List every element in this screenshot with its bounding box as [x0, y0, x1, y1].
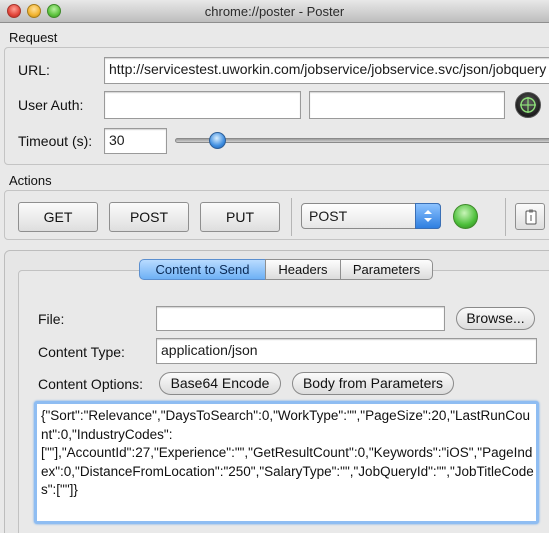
- timeout-label: Timeout (s):: [18, 133, 93, 149]
- browse-button[interactable]: Browse...: [456, 307, 535, 330]
- user-auth-username-input[interactable]: [104, 91, 301, 119]
- method-select[interactable]: POST: [301, 203, 441, 229]
- auth-status-icon[interactable]: [515, 92, 541, 118]
- actions-section-label: Actions: [9, 173, 52, 188]
- url-label: URL:: [18, 62, 50, 78]
- timeout-slider-track[interactable]: [175, 138, 549, 143]
- clipboard-icon: [525, 209, 537, 225]
- window-title: chrome://poster - Poster: [204, 4, 345, 19]
- put-button[interactable]: PUT: [200, 202, 280, 232]
- request-status-indicator: [453, 204, 478, 229]
- body-textarea[interactable]: {"Sort":"Relevance","DaysToSearch":0,"Wo…: [34, 401, 539, 524]
- method-select-value: POST: [309, 208, 348, 224]
- file-input[interactable]: [156, 306, 445, 331]
- body-from-parameters-button[interactable]: Body from Parameters: [292, 372, 454, 395]
- chevron-up-down-icon: [424, 210, 432, 222]
- timeout-input[interactable]: 30: [104, 128, 167, 154]
- body-text: {"Sort":"Relevance","DaysToSearch":0,"Wo…: [41, 408, 534, 498]
- request-section-label: Request: [9, 30, 58, 45]
- copy-button[interactable]: [515, 203, 545, 230]
- get-button[interactable]: GET: [18, 202, 98, 232]
- timeout-slider-knob[interactable]: [208, 132, 226, 149]
- base64-encode-button[interactable]: Base64 Encode: [159, 372, 281, 395]
- tab-parameters[interactable]: Parameters: [340, 259, 433, 280]
- user-auth-password-input[interactable]: [309, 91, 505, 119]
- file-label: File:: [38, 311, 65, 327]
- tab-headers[interactable]: Headers: [265, 259, 341, 280]
- user-auth-label: User Auth:: [18, 97, 84, 113]
- url-input[interactable]: http://servicestest.uworkin.com/jobservi…: [104, 57, 549, 84]
- content-type-input[interactable]: application/json: [156, 338, 537, 364]
- actions-divider: [291, 198, 292, 236]
- content-type-label: Content Type:: [38, 344, 125, 360]
- tab-content-to-send[interactable]: Content to Send: [139, 259, 266, 280]
- actions-divider-2: [505, 198, 506, 236]
- content-options-label: Content Options:: [38, 376, 144, 392]
- post-button[interactable]: POST: [109, 202, 189, 232]
- method-select-stepper[interactable]: [415, 203, 441, 229]
